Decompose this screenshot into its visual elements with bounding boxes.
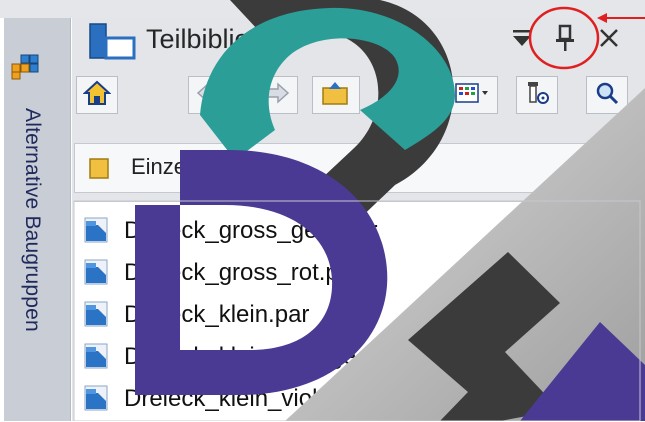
file-name: Dreieck_klein_violett.par (124, 385, 386, 412)
assemblies-icon (10, 50, 40, 85)
panel-options-button[interactable] (510, 26, 534, 54)
part-file-icon (82, 383, 114, 415)
file-name: Dreieck_klein_orange.par (124, 343, 398, 370)
list-item[interactable]: Dreieck_gross_gelb.par (82, 210, 377, 252)
up-folder-button[interactable] (312, 76, 360, 114)
window-top-strip (0, 0, 645, 18)
forward-icon (264, 81, 290, 109)
view-options-button[interactable] (446, 76, 498, 114)
back-icon (196, 81, 222, 109)
list-item[interactable]: Dreieck_klein_orange.par (82, 336, 398, 378)
pin-button[interactable] (552, 24, 578, 56)
close-icon (598, 27, 620, 54)
side-tab-label: Alternative Baugruppen (21, 108, 44, 332)
back-button[interactable] (188, 76, 230, 114)
side-tab-alternative-assemblies[interactable]: Alternative Baugruppen (4, 18, 71, 421)
file-name: Dreieck_gross_rot.par (124, 259, 361, 286)
search-button[interactable] (586, 76, 628, 114)
filter-icon (524, 79, 550, 112)
file-name: Dreieck_klein.par (124, 301, 310, 328)
part-file-icon (82, 215, 114, 247)
home-icon (82, 79, 112, 112)
chevron-down-icon (615, 160, 631, 178)
new-folder-button[interactable] (380, 76, 428, 114)
search-icon (594, 80, 620, 111)
library-icon (88, 22, 138, 67)
view-icon (454, 82, 490, 109)
part-file-icon (82, 257, 114, 289)
forward-button[interactable] (256, 76, 298, 114)
new-folder-icon (389, 80, 419, 111)
file-list: Dreieck_gross_gelb.par Dreieck_gross_rot… (74, 201, 640, 422)
dropdown-arrow-icon (511, 27, 533, 54)
file-name: Dreieck_gross_gelb.par (124, 217, 378, 244)
part-file-icon (82, 299, 114, 331)
list-item[interactable]: Dreieck_klein.par (82, 294, 309, 336)
pin-icon (554, 23, 576, 58)
up-folder-icon (321, 80, 351, 111)
folder-name: Einzelteile (131, 154, 232, 179)
home-button[interactable] (76, 76, 118, 114)
list-item[interactable]: Dreieck_gross_rot.par (82, 252, 360, 294)
panel-title: Teilbibliothek (146, 24, 301, 54)
filter-button[interactable] (516, 76, 558, 114)
list-item[interactable]: Dreieck_klein_violett.par (82, 378, 385, 420)
folder-selector[interactable]: Einzelteile (74, 143, 642, 193)
folder-icon (89, 156, 115, 185)
close-button[interactable] (596, 26, 622, 54)
part-file-icon (82, 341, 114, 373)
